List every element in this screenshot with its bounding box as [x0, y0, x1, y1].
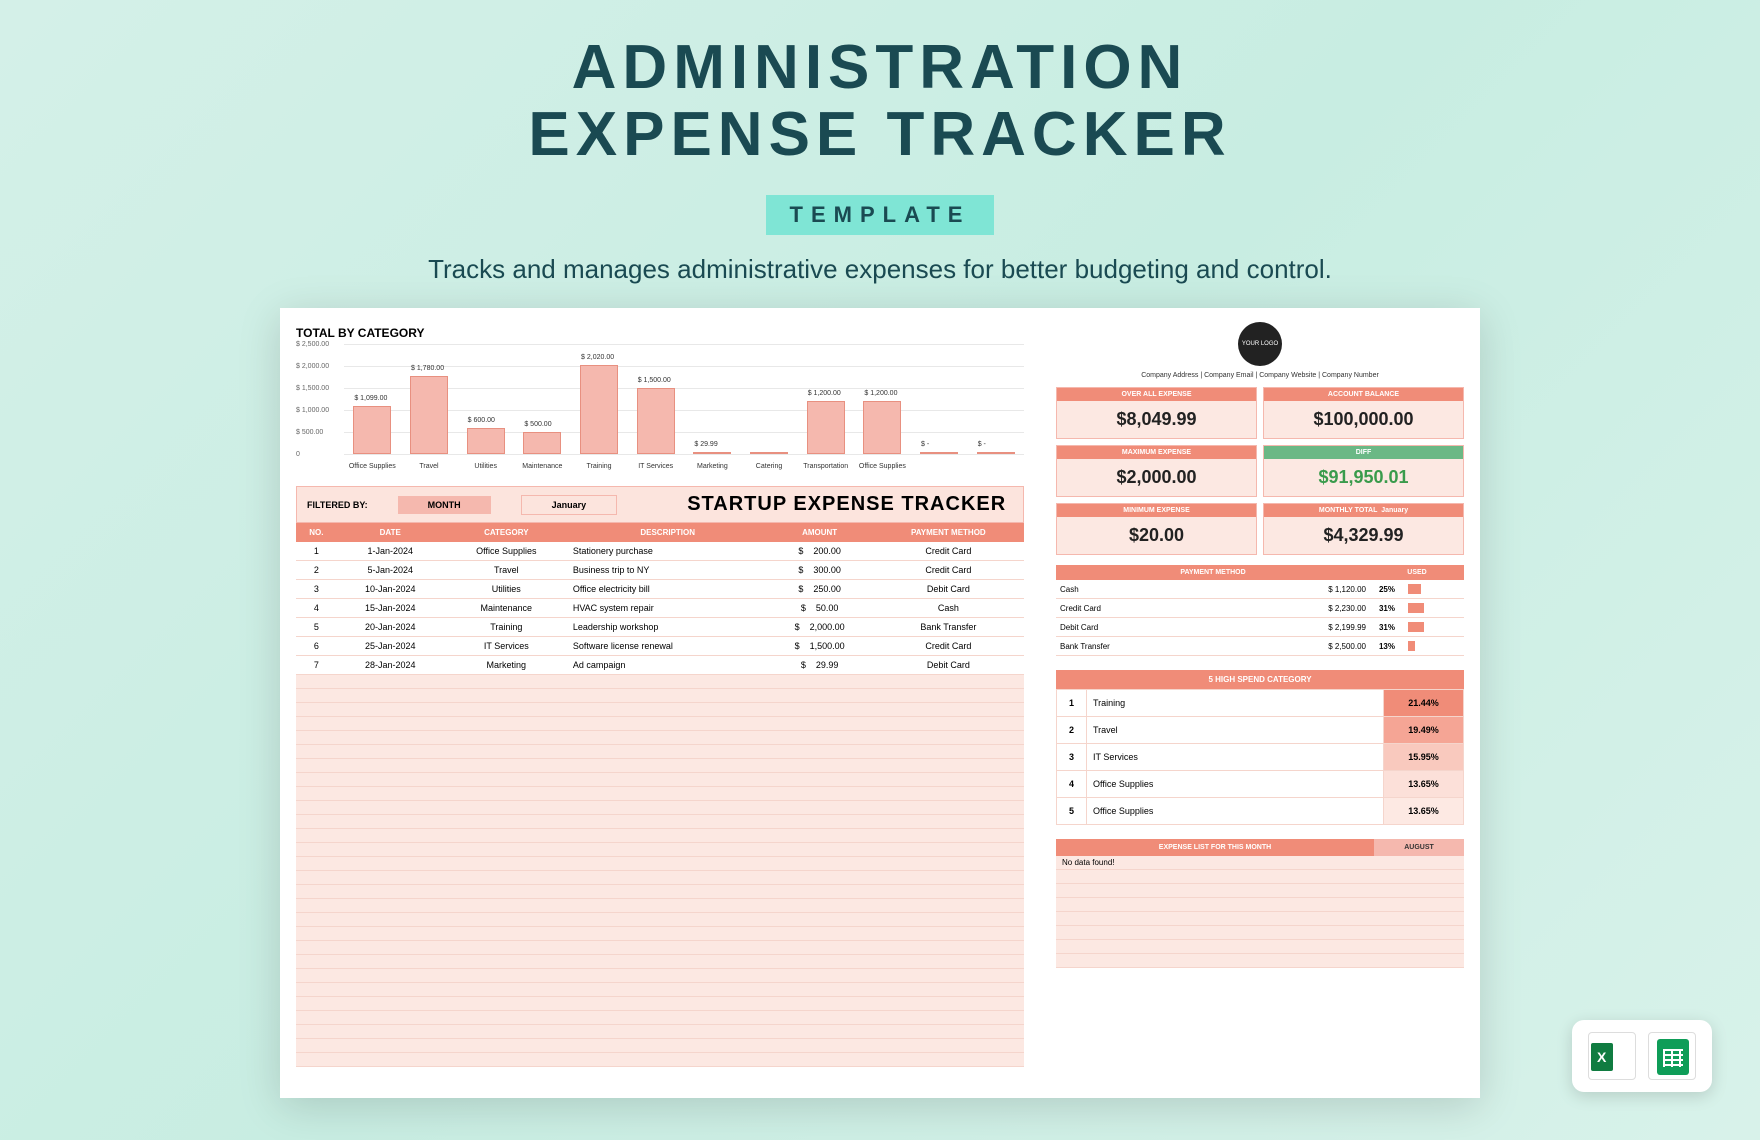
- filter-row: FILTERED BY: MONTH January STARTUP EXPEN…: [296, 486, 1024, 523]
- spreadsheet-preview: TOTAL BY CATEGORY $ 2,500.00$ 2,000.00$ …: [280, 308, 1480, 1098]
- stat-maximum-expense: MAXIMUM EXPENSE$2,000.00: [1056, 445, 1257, 497]
- table-row: 520-Jan-2024TrainingLeadership workshop$…: [296, 618, 1024, 637]
- list-item: Debit Card$ 2,199.9931%: [1056, 618, 1464, 637]
- list-item: 4Office Supplies13.65%: [1057, 771, 1464, 798]
- page-subtitle: Tracks and manages administrative expens…: [0, 254, 1760, 285]
- category-bar-chart: $ 2,500.00$ 2,000.00$ 1,500.00$ 1,000.00…: [296, 344, 1024, 474]
- template-badge: TEMPLATE: [766, 195, 995, 235]
- format-badge: [1572, 1020, 1712, 1092]
- filter-label: FILTERED BY:: [307, 500, 368, 510]
- stat-diff: DIFF$91,950.01: [1263, 445, 1464, 497]
- empty-rows: [296, 675, 1024, 1067]
- stat-minimum-expense: MINIMUM EXPENSE$20.00: [1056, 503, 1257, 555]
- table-row: 310-Jan-2024UtilitiesOffice electricity …: [296, 580, 1024, 599]
- table-row: 728-Jan-2024MarketingAd campaign$ 29.99D…: [296, 656, 1024, 675]
- tracker-title: STARTUP EXPENSE TRACKER: [687, 493, 1006, 516]
- filter-month-value[interactable]: January: [521, 495, 618, 515]
- stat-account-balance: ACCOUNT BALANCE$100,000.00: [1263, 387, 1464, 439]
- high-spend-header: 5 HIGH SPEND CATEGORY: [1056, 670, 1464, 689]
- chart-title: TOTAL BY CATEGORY: [296, 326, 1024, 340]
- page-title-line2: EXPENSE TRACKER: [0, 102, 1760, 169]
- high-spend-table: 1Training21.44%2Travel19.49%3IT Services…: [1056, 689, 1464, 825]
- expense-table: NO.DATECATEGORYDESCRIPTIONAMOUNTPAYMENT …: [296, 523, 1024, 675]
- stat-monthly-total: MONTHLY TOTAL January$4,329.99: [1263, 503, 1464, 555]
- logo-placeholder: YOUR LOGO: [1238, 322, 1282, 366]
- list-item: Cash$ 1,120.0025%: [1056, 580, 1464, 599]
- company-info-line: Company Address | Company Email | Compan…: [1056, 372, 1464, 379]
- payment-method-table: PAYMENT METHODUSED Cash$ 1,120.0025%Cred…: [1056, 565, 1464, 656]
- list-item: 3IT Services15.95%: [1057, 744, 1464, 771]
- list-item: Bank Transfer$ 2,500.0013%: [1056, 637, 1464, 656]
- table-row: 25-Jan-2024TravelBusiness trip to NY$ 30…: [296, 561, 1024, 580]
- list-item: 2Travel19.49%: [1057, 717, 1464, 744]
- table-row: 11-Jan-2024Office SuppliesStationery pur…: [296, 542, 1024, 561]
- table-row: 415-Jan-2024MaintenanceHVAC system repai…: [296, 599, 1024, 618]
- expense-month-header: EXPENSE LIST FOR THIS MONTH AUGUST: [1056, 839, 1464, 856]
- list-item: 5Office Supplies13.65%: [1057, 798, 1464, 825]
- google-sheets-icon: [1648, 1032, 1696, 1080]
- list-item: 1Training21.44%: [1057, 690, 1464, 717]
- expense-month-rows: No data found!: [1056, 856, 1464, 968]
- stat-overall-expense: OVER ALL EXPENSE$8,049.99: [1056, 387, 1257, 439]
- filter-month-label: MONTH: [398, 496, 491, 514]
- table-row: 625-Jan-2024IT ServicesSoftware license …: [296, 637, 1024, 656]
- excel-icon: [1588, 1032, 1636, 1080]
- page-title-line1: ADMINISTRATION: [0, 35, 1760, 102]
- list-item: Credit Card$ 2,230.0031%: [1056, 599, 1464, 618]
